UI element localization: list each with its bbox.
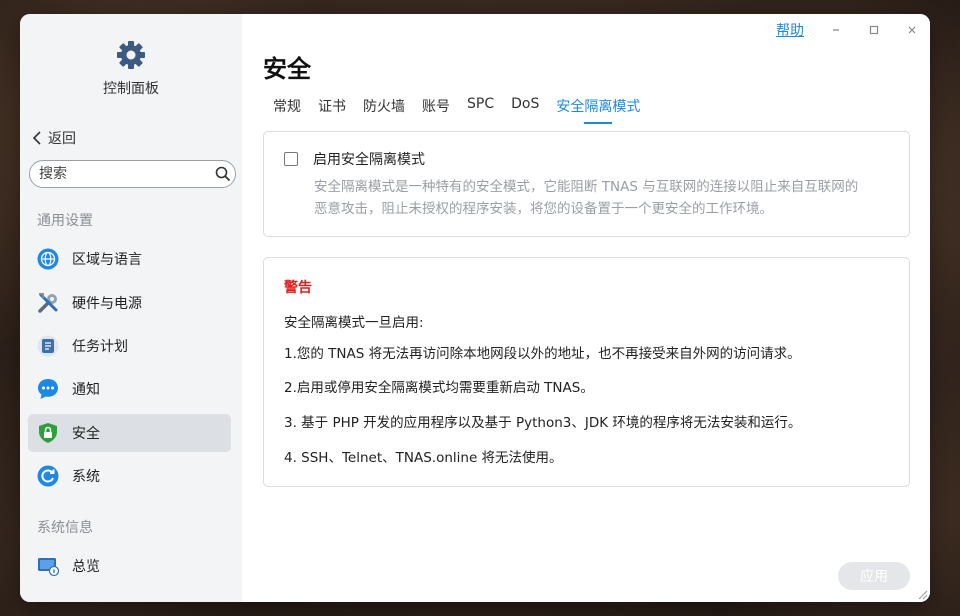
- sidebar-item-security[interactable]: 安全: [28, 414, 231, 452]
- sidebar-item-system[interactable]: 系统: [28, 457, 231, 495]
- help-link[interactable]: 帮助: [776, 20, 804, 40]
- main-content: 帮助 安全 常规 证书 防火墙 账号 SPC DoS 安全隔离模式 启用安全隔离…: [242, 14, 930, 602]
- page-title: 安全: [263, 55, 311, 83]
- sidebar-item-label: 系统: [72, 469, 100, 485]
- globe-icon: [37, 248, 59, 270]
- maximize-button[interactable]: [868, 24, 880, 36]
- sidebar-item-label: 区域与语言: [72, 252, 142, 268]
- sidebar-item-label: 任务计划: [72, 339, 128, 355]
- description-line: 恶意攻击，阻止未授权的程序安装，将您的设备置于一个更安全的工作环境。: [314, 201, 773, 217]
- app-header: 控制面板: [20, 40, 242, 98]
- monitor-info-icon: [37, 555, 59, 577]
- refresh-icon: [37, 465, 59, 487]
- tab-dos[interactable]: DoS: [511, 96, 539, 124]
- resize-grip-icon[interactable]: [916, 588, 928, 600]
- warning-item: 1.您的 TNAS 将无法再访问除本地网段以外的地址，也不再接受来自外网的访问请…: [284, 346, 801, 362]
- search-box: [29, 160, 236, 188]
- sidebar-item-task-schedule[interactable]: 任务计划: [28, 327, 231, 365]
- close-button[interactable]: [906, 24, 918, 36]
- tools-icon: [37, 292, 59, 314]
- app-title: 控制面板: [103, 81, 159, 97]
- isolation-checkbox-row: 启用安全隔离模式: [284, 149, 425, 169]
- back-button[interactable]: 返回: [32, 128, 76, 148]
- tab-certificate[interactable]: 证书: [318, 96, 346, 124]
- isolation-description: 安全隔离模式是一种特有的安全模式，它能阻断 TNAS 与互联网的连接以阻止来自互…: [314, 176, 894, 220]
- gear-icon: [117, 41, 145, 69]
- back-label: 返回: [48, 131, 76, 147]
- description-line: 安全隔离模式是一种特有的安全模式，它能阻断 TNAS 与互联网的连接以阻止来自互…: [314, 179, 859, 195]
- tab-account[interactable]: 账号: [422, 96, 450, 124]
- window-controls: 帮助: [776, 20, 918, 40]
- sidebar-item-hardware-power[interactable]: 硬件与电源: [28, 284, 231, 322]
- sidebar-item-overview[interactable]: 总览: [28, 547, 231, 585]
- tab-security-isolation[interactable]: 安全隔离模式: [556, 96, 640, 124]
- chat-bubble-icon: [37, 378, 59, 400]
- search-input[interactable]: [30, 165, 215, 183]
- warning-item: 4. SSH、Telnet、TNAS.online 将无法使用。: [284, 450, 563, 466]
- minimize-button[interactable]: [830, 24, 842, 36]
- sidebar-item-label: 总览: [72, 559, 100, 575]
- tab-firewall[interactable]: 防火墙: [363, 96, 405, 124]
- warning-title: 警告: [284, 280, 312, 296]
- sidebar-item-region-language[interactable]: 区域与语言: [28, 240, 231, 278]
- section-system-info: 系统信息: [37, 520, 93, 536]
- shield-lock-icon: [37, 422, 59, 444]
- task-list-icon: [37, 335, 59, 357]
- isolation-mode-card: 启用安全隔离模式 安全隔离模式是一种特有的安全模式，它能阻断 TNAS 与互联网…: [263, 131, 910, 237]
- warning-item: 2.启用或停用安全隔离模式均需要重新启动 TNAS。: [284, 380, 594, 396]
- search-icon[interactable]: [215, 166, 231, 182]
- warning-item: 3. 基于 PHP 开发的应用程序以及基于 Python3、JDK 环境的程序将…: [284, 415, 802, 431]
- tab-general[interactable]: 常规: [273, 96, 301, 124]
- sidebar-item-label: 硬件与电源: [72, 296, 142, 312]
- tab-bar: 常规 证书 防火墙 账号 SPC DoS 安全隔离模式: [273, 96, 657, 124]
- warning-intro: 安全隔离模式一旦启用:: [284, 315, 424, 331]
- tab-spc[interactable]: SPC: [467, 96, 494, 124]
- apply-button[interactable]: 应用: [838, 562, 910, 590]
- chevron-left-icon: [32, 131, 41, 145]
- warning-card: 警告 安全隔离模式一旦启用: 1.您的 TNAS 将无法再访问除本地网段以外的地…: [263, 257, 910, 487]
- sidebar: 控制面板 返回 通用设置 区域与语言 硬件与电源: [20, 14, 242, 602]
- enable-isolation-label[interactable]: 启用安全隔离模式: [313, 149, 425, 169]
- section-general-settings: 通用设置: [37, 213, 93, 229]
- sidebar-item-label: 安全: [72, 426, 100, 442]
- sidebar-item-notification[interactable]: 通知: [28, 370, 231, 408]
- enable-isolation-checkbox[interactable]: [284, 152, 298, 166]
- sidebar-item-label: 通知: [72, 382, 100, 398]
- control-panel-window: 控制面板 返回 通用设置 区域与语言 硬件与电源: [20, 14, 930, 602]
